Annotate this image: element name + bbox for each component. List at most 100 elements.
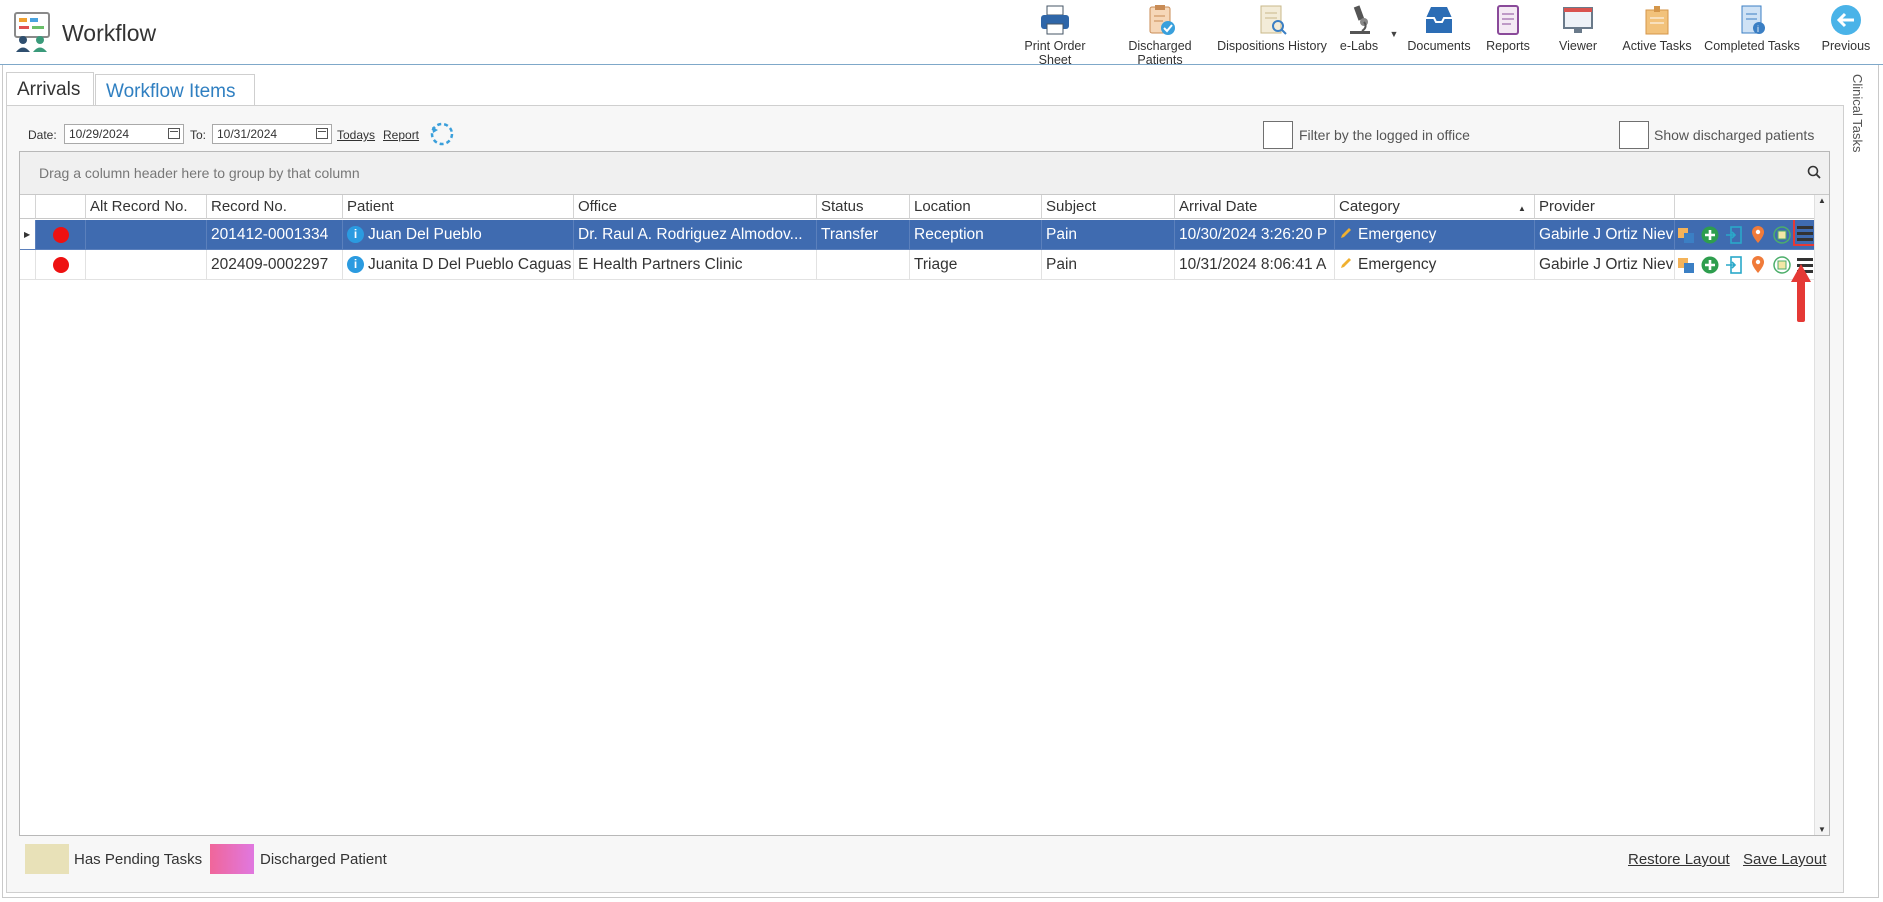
report-link[interactable]: Report [383,128,419,142]
arrival-cell: 10/31/2024 8:06:41 A [1175,250,1335,280]
discharged-patients-button[interactable]: Discharged Patients [1106,4,1214,67]
row-indicator [20,250,36,280]
subject-cell: Pain [1042,220,1175,250]
previous-button[interactable]: Previous [1818,4,1874,60]
discharged-patient-label: Discharged Patient [260,851,387,868]
page-title: Workflow [62,20,157,46]
scroll-down-icon[interactable]: ▼ [1818,825,1826,834]
monitor-icon [1563,7,1593,33]
completed-tasks-label: Completed Tasks [1704,39,1800,53]
status-dot-cell [36,220,86,250]
tab-workflow-items[interactable]: Workflow Items [95,74,255,107]
clinical-tasks-label: Clinical Tasks [1850,74,1865,153]
patient-cell[interactable]: i Juan Del Pueblo [343,220,574,250]
header-alt-record[interactable]: Alt Record No. [86,195,207,219]
header-location[interactable]: Location [910,195,1042,219]
clinical-tasks-side-tab[interactable]: Clinical Tasks [1846,70,1876,890]
calendar-icon[interactable] [316,128,328,139]
menu-icon[interactable] [1796,224,1814,242]
date-from-input[interactable] [64,124,184,144]
dispositions-history-button[interactable]: Dispositions History [1217,4,1327,60]
info-icon[interactable]: i [347,226,364,243]
pencil-icon [1341,228,1351,238]
patient-cell[interactable]: i Juanita D Del Pueblo Caguas [343,250,574,280]
subject-cell: Pain [1042,250,1175,280]
notes-icon[interactable] [1773,226,1791,244]
tasks-folder-icon [1645,6,1669,35]
add-icon[interactable] [1701,226,1719,244]
header-status-dot[interactable] [36,195,86,219]
category-label: Emergency [1358,256,1437,273]
table-row[interactable]: 202409-0002297 i Juanita D Del Pueblo Cag… [20,250,1815,280]
category-cell: Emergency [1335,250,1535,280]
clipboard-check-icon [1149,5,1175,35]
header-status[interactable]: Status [817,195,910,219]
header-arrival[interactable]: Arrival Date [1175,195,1335,219]
svg-text:i: i [1757,24,1759,34]
completed-tasks-button[interactable]: i Completed Tasks [1704,4,1800,60]
location-pin-icon[interactable] [1749,256,1767,274]
viewer-button[interactable]: Viewer [1553,4,1603,60]
sign-in-icon[interactable] [1725,226,1743,244]
caret-right-icon: ▶ [24,230,31,239]
header-office[interactable]: Office [574,195,817,219]
refresh-icon[interactable] [429,121,455,147]
todays-link[interactable]: Todays [337,128,375,142]
add-icon[interactable] [1701,256,1719,274]
document-search-icon [1260,5,1287,35]
office-cell: E Health Partners Clinic [574,250,817,280]
viewer-label: Viewer [1559,39,1597,53]
print-order-sheet-button[interactable]: Print Order Sheet [1007,4,1103,67]
location-pin-icon[interactable] [1749,226,1767,244]
provider-cell: Gabirle J Ortiz Nieve [1535,250,1675,280]
e-labs-label: e-Labs [1339,39,1379,53]
e-labs-button[interactable]: e-Labs [1334,4,1384,60]
table-row[interactable]: ▶ 201412-0001334 i Juan Del Pueblo Dr. Ra… [20,220,1815,250]
header-provider[interactable]: Provider [1535,195,1675,219]
discharged-patient-swatch [210,844,254,874]
group-by-area[interactable]: Drag a column header here to group by th… [20,152,1829,195]
header-patient[interactable]: Patient [343,195,574,219]
documents-button[interactable]: Documents [1404,4,1474,60]
alt-record-cell [86,220,207,250]
notes-icon[interactable] [1773,256,1791,274]
inbox-icon [1426,7,1452,33]
info-icon[interactable]: i [347,256,364,273]
header-record[interactable]: Record No. [207,195,343,219]
documents-label: Documents [1407,39,1471,53]
search-icon[interactable] [1807,165,1821,179]
sort-ascending-icon: ▲ [1518,204,1526,213]
discharged-patients-label: Discharged Patients [1128,39,1192,67]
restore-layout-link[interactable]: Restore Layout [1628,851,1730,868]
save-layout-link[interactable]: Save Layout [1743,851,1826,868]
annotation-arrow-icon [1791,264,1811,322]
patient-chart-icon[interactable] [1677,226,1695,244]
pencil-icon [1341,258,1351,268]
reports-label: Reports [1486,39,1530,53]
header-category[interactable]: Category [1335,195,1535,219]
print-order-sheet-label: Print Order Sheet [1024,39,1086,67]
back-arrow-icon [1831,5,1861,35]
show-discharged-checkbox[interactable] [1619,121,1649,149]
vertical-scrollbar[interactable]: ▲ ▼ [1814,195,1829,835]
header-actions [1675,195,1815,219]
calendar-icon[interactable] [168,128,180,139]
tab-arrivals[interactable]: Arrivals [6,72,94,105]
status-cell [817,250,910,280]
microscope-icon [1350,5,1370,34]
e-labs-dropdown[interactable]: ▼ [1388,26,1400,39]
header-subject[interactable]: Subject [1042,195,1175,219]
filter-office-checkbox[interactable] [1263,121,1293,149]
filter-office-label: Filter by the logged in office [1299,127,1470,143]
status-cell: Transfer [817,220,910,250]
date-to-input[interactable] [212,124,332,144]
previous-label: Previous [1821,39,1871,53]
sign-in-icon[interactable] [1725,256,1743,274]
to-label: To: [190,128,207,142]
reports-button[interactable]: Reports [1483,4,1533,60]
workflow-logo-icon [14,12,50,52]
active-tasks-button[interactable]: Active Tasks [1622,4,1692,60]
scroll-up-icon[interactable]: ▲ [1818,196,1826,205]
dispositions-history-label: Dispositions History [1217,39,1327,53]
patient-chart-icon[interactable] [1677,256,1695,274]
